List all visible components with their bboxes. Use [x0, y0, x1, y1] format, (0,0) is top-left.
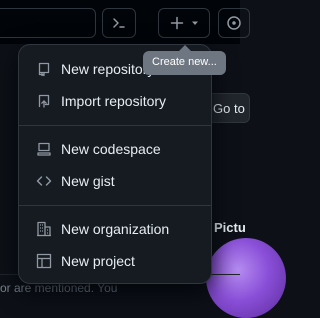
top-header: [0, 0, 250, 44]
menu-item-new-organization[interactable]: New organization: [19, 213, 211, 245]
repo-icon: [36, 61, 52, 77]
menu-item-label: New repository: [61, 61, 155, 77]
menu-item-label: New codespace: [61, 141, 161, 157]
menu-item-label: New project: [61, 253, 135, 269]
menu-item-new-project[interactable]: New project: [19, 245, 211, 277]
create-new-tooltip: Create new...: [143, 51, 226, 75]
illustration-image: [206, 238, 286, 318]
command-palette-button[interactable]: [102, 8, 136, 38]
repo-push-icon: [36, 93, 52, 109]
issue-opened-icon: [226, 15, 242, 31]
plus-icon: [169, 15, 185, 31]
menu-item-new-gist[interactable]: New gist: [19, 165, 211, 197]
create-new-menu: New repository Import repository New cod…: [18, 44, 212, 284]
menu-item-new-codespace[interactable]: New codespace: [19, 133, 211, 165]
menu-divider: [19, 205, 211, 206]
create-new-button[interactable]: [158, 8, 210, 38]
organization-icon: [36, 221, 52, 237]
menu-divider: [19, 125, 211, 126]
triangle-down-icon: [191, 19, 199, 27]
project-icon: [36, 253, 52, 269]
section-heading-fragment: Pictu: [214, 220, 246, 235]
code-icon: [36, 173, 52, 189]
menu-item-label: New gist: [61, 173, 115, 189]
search-box[interactable]: [0, 8, 96, 38]
issues-button[interactable]: [218, 8, 250, 38]
terminal-icon: [111, 15, 127, 31]
codespaces-icon: [36, 141, 52, 157]
menu-item-label: New organization: [61, 221, 170, 237]
menu-item-import-repository[interactable]: Import repository: [19, 85, 211, 117]
menu-item-label: Import repository: [61, 93, 167, 109]
